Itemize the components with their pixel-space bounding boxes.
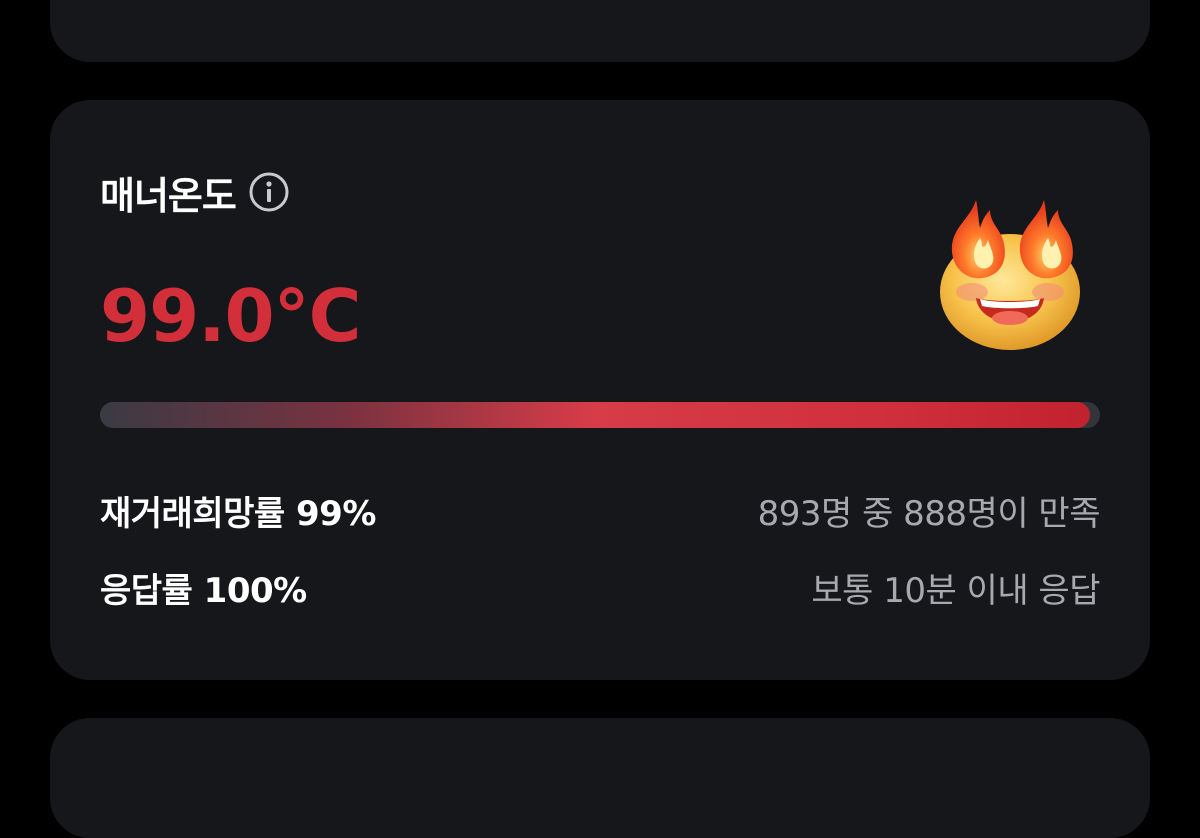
- rehire-rate-detail: 893명 중 888명이 만족: [757, 493, 1101, 534]
- response-rate-label: 응답률 100%: [100, 570, 307, 611]
- manner-temperature-bar-fill: [100, 402, 1090, 428]
- info-icon[interactable]: [248, 171, 290, 213]
- rehire-rate-label: 재거래희망률 99%: [100, 493, 376, 534]
- response-rate-row: 응답률 100% 보통 10분 이내 응답: [100, 562, 1100, 612]
- rehire-rate-row: 재거래희망률 99% 893명 중 888명이 만족: [100, 485, 1101, 535]
- manner-title: 매너온도: [100, 173, 237, 218]
- manner-temperature-bar: [100, 402, 1100, 428]
- fire-eyes-face-icon: [930, 180, 1090, 355]
- manner-temperature-value: 99.0°C: [100, 274, 361, 358]
- manner-temperature-card: 매너온도 99.0°C 재거래희망률 99% 893명 중 888명이 만족 응…: [50, 100, 1150, 680]
- manner-title-row: 매너온도: [100, 164, 290, 220]
- response-rate-detail: 보통 10분 이내 응답: [811, 570, 1100, 611]
- next-card: [50, 718, 1150, 838]
- previous-card: [50, 0, 1150, 62]
